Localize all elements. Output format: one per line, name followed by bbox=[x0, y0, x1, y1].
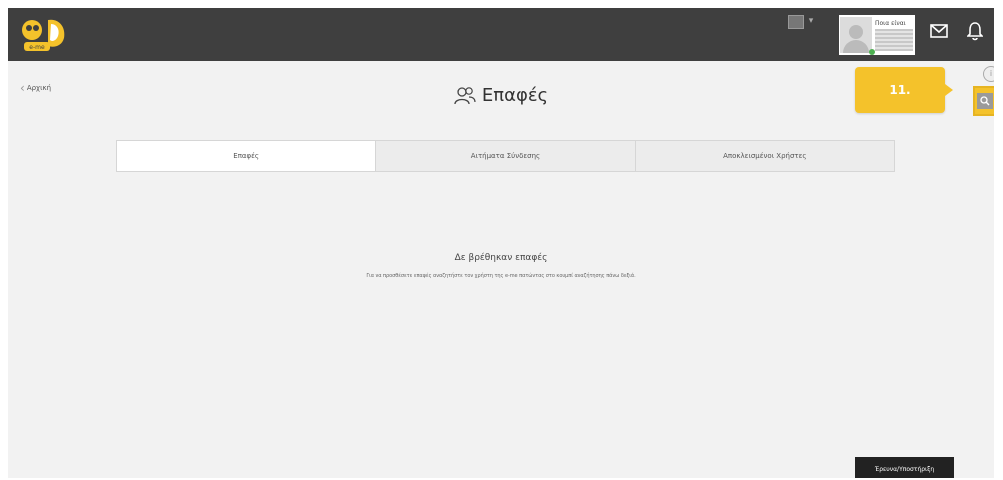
tab-contacts[interactable]: Επαφές bbox=[117, 141, 377, 171]
page-title-text: Επαφές bbox=[481, 85, 549, 106]
search-button[interactable] bbox=[973, 86, 994, 116]
user-name-label: Ποια είναι bbox=[875, 20, 906, 27]
language-dropdown-arrow[interactable]: ▾ bbox=[806, 14, 816, 28]
search-icon bbox=[977, 93, 993, 109]
avatar-icon bbox=[840, 17, 872, 53]
info-icon[interactable]: i bbox=[983, 66, 994, 82]
mail-icon[interactable] bbox=[930, 24, 948, 38]
contacts-icon bbox=[454, 86, 476, 104]
tab-bar: Επαφές Αιτήματα Σύνδεσης Αποκλεισμένοι Χ… bbox=[116, 140, 895, 172]
app-logo-icon[interactable]: e-me bbox=[18, 16, 76, 54]
empty-state-title: Δε βρέθηκαν επαφές bbox=[454, 253, 548, 263]
tab-blocked-users[interactable]: Αποκλεισμένοι Χρήστες bbox=[636, 141, 894, 171]
user-name-redacted bbox=[875, 29, 913, 51]
svg-text:e-me: e-me bbox=[29, 44, 45, 51]
top-bar: e-me ▾ Ποια είναι bbox=[8, 8, 994, 61]
language-toggle[interactable] bbox=[788, 15, 804, 29]
page-title: Επαφές bbox=[8, 85, 994, 106]
user-profile-button[interactable]: Ποια είναι bbox=[839, 15, 915, 55]
app-frame: e-me ▾ Ποια είναι ‹ Αρχική Επαφές i 11. … bbox=[8, 8, 994, 478]
empty-state-text: Για να προσθέσετε επαφές αναζητήστε τον … bbox=[366, 273, 636, 279]
step-tooltip: 11. bbox=[855, 67, 953, 113]
tab-connection-requests[interactable]: Αιτήματα Σύνδεσης bbox=[376, 141, 636, 171]
bell-icon[interactable] bbox=[967, 21, 983, 41]
help-button[interactable]: Έρευνα/Υποστήριξη bbox=[855, 457, 954, 478]
